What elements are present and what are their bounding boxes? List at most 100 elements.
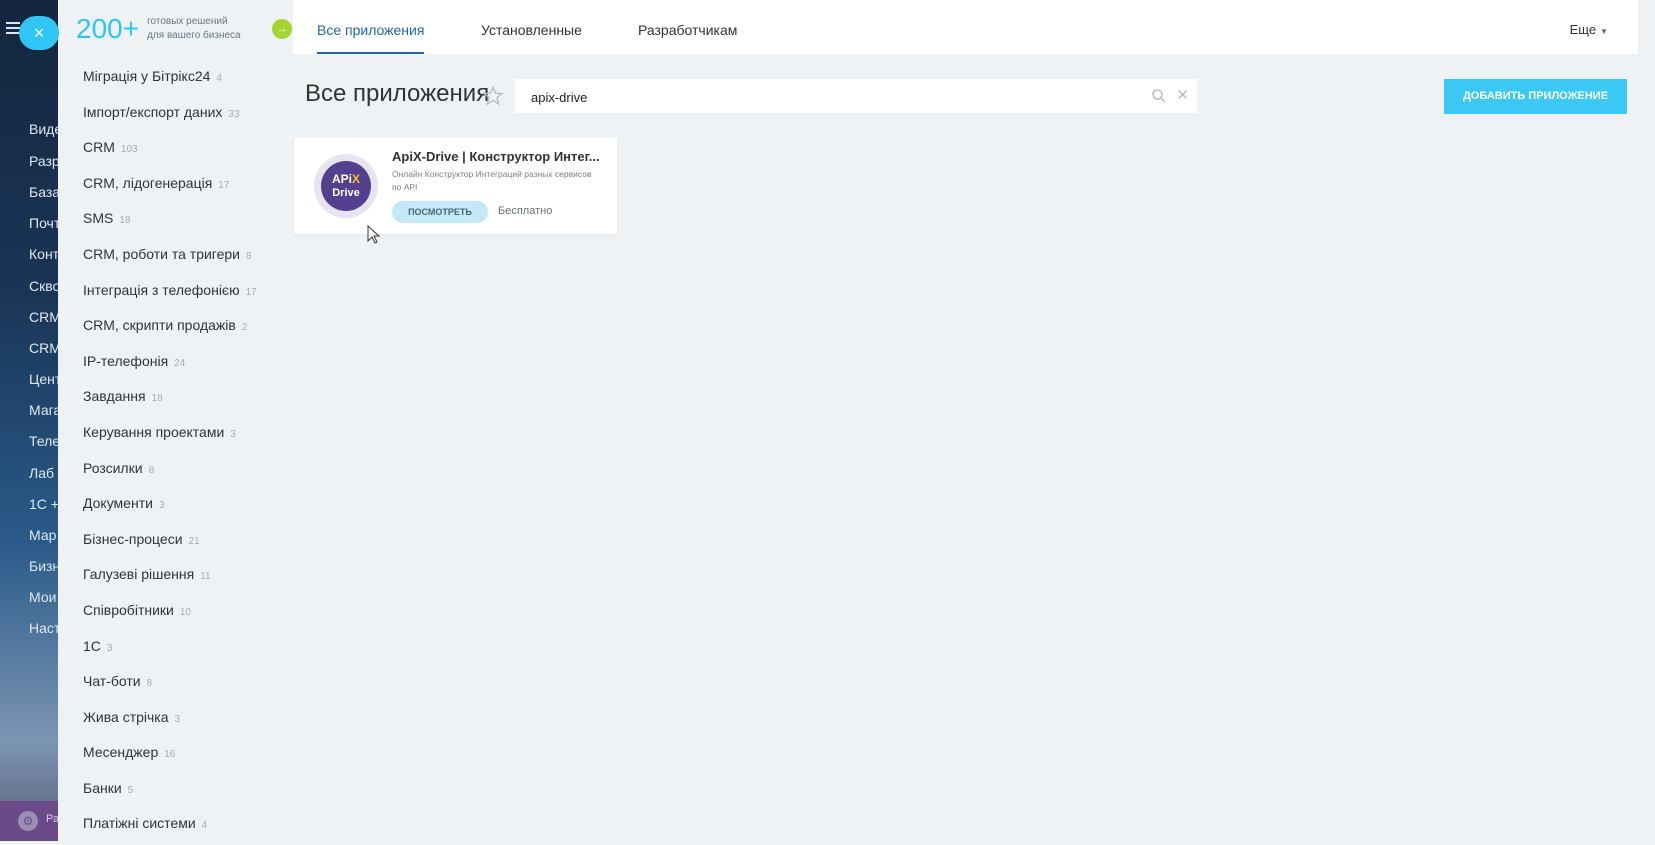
view-app-button[interactable]: ПОСМОТРЕТЬ [392, 201, 488, 223]
category-count: 24 [174, 357, 186, 369]
category-label: 1С [83, 637, 101, 654]
category-item[interactable]: Бізнес-процеси 21 [83, 525, 257, 561]
category-count: 10 [179, 606, 191, 618]
category-label: Месенджер [83, 744, 159, 761]
promo-line2: для вашего бизнеса [147, 30, 241, 41]
close-slider-button[interactable]: × [19, 16, 59, 50]
apix-drive-logo-icon: APiX Drive [321, 161, 371, 211]
category-label: Завдання [83, 388, 146, 405]
portal-menu-item: Разр [29, 153, 58, 169]
portal-menu-item: Мои [29, 589, 57, 605]
portal-footer: ⚙ Ра [0, 801, 58, 841]
tab-all-apps[interactable]: Все приложения [317, 0, 425, 54]
portal-menu-item: Скво [29, 278, 58, 294]
close-icon: × [33, 23, 45, 43]
category-item[interactable]: Месенджер 16 [83, 738, 257, 774]
portal-menu-item: Почт [29, 215, 58, 231]
app-description: Онлайн Конструктор Интеграций разных сер… [392, 169, 592, 192]
search-icon[interactable] [1151, 88, 1167, 104]
category-count: 5 [127, 784, 134, 796]
add-app-button[interactable]: ДОБАВИТЬ ПРИЛОЖЕНИЕ [1444, 79, 1627, 114]
portal-menu-item: Теле [29, 433, 58, 449]
portal-menu-item: Мар [29, 527, 57, 543]
category-item[interactable]: Завдання 18 [83, 382, 257, 418]
category-label: Імпорт/експорт даних [83, 103, 223, 120]
background-portal-strip: Виде Разр База Почт Конт Скво CRM CRM Цент Мага Те… [0, 0, 58, 841]
clear-search-icon[interactable]: ✕ [1176, 87, 1189, 105]
category-item[interactable]: IP-телефонія 24 [83, 347, 257, 383]
tab-developers[interactable]: Разработчикам [638, 0, 737, 54]
category-label: Розсилки [83, 459, 143, 476]
category-list: Міграція у Бітрікс24 4 Імпорт/експорт дани… [83, 62, 257, 845]
category-item[interactable]: 1С 3 [83, 632, 257, 668]
category-count: 33 [228, 108, 240, 120]
tab-installed[interactable]: Установленные [481, 0, 582, 54]
more-menu[interactable]: Еще ▼ [1570, 0, 1608, 62]
category-label: Міграція у Бітрікс24 [83, 68, 211, 84]
category-count: 3 [174, 713, 181, 725]
category-item[interactable]: Міграція у Бітрікс24 4 [83, 62, 257, 98]
portal-menu-item: Виде [29, 121, 58, 137]
app-title[interactable]: ApiX-Drive | Конструктор Интег... [392, 149, 607, 164]
category-count: 21 [188, 535, 200, 547]
category-item[interactable]: CRM, лідогенерація 17 [83, 169, 257, 205]
category-label: Інтеграція з телефонією [83, 281, 240, 298]
category-count: 8 [148, 464, 155, 476]
category-item[interactable]: Жива стрічка 3 [83, 703, 257, 739]
category-count: 17 [245, 286, 257, 298]
promo-text: готовых решений для вашего бизнеса [147, 15, 241, 43]
category-item[interactable]: Інтеграція з телефонією 17 [83, 276, 257, 312]
category-item[interactable]: Імпорт/експорт даних 33 [83, 98, 257, 134]
page-title: Все приложения [305, 80, 490, 107]
promo-line1: готовых решений [147, 16, 228, 27]
category-count: 16 [164, 749, 176, 761]
category-item[interactable]: Документи 3 [83, 489, 257, 525]
category-label: Платіжні системи [83, 815, 196, 832]
category-count: 18 [151, 393, 163, 405]
category-item[interactable]: Керування проектами 3 [83, 418, 257, 454]
category-count: 103 [120, 144, 138, 156]
category-count: 3 [106, 642, 113, 654]
category-item[interactable]: Галузеві рішення 11 [83, 560, 257, 596]
star-icon[interactable] [482, 85, 504, 107]
category-item[interactable]: CRM, роботи та тригери 8 [83, 240, 257, 276]
search-input[interactable] [529, 86, 1093, 108]
portal-menu-item: Наст [29, 620, 58, 636]
hamburger-icon[interactable] [6, 22, 20, 34]
category-count: 11 [200, 571, 211, 583]
category-count: 18 [119, 215, 131, 227]
category-label: SMS [83, 210, 114, 227]
category-count: 3 [230, 428, 236, 440]
category-item[interactable]: Платіжні системи 4 [83, 809, 257, 845]
category-count: 17 [218, 179, 230, 191]
category-item[interactable]: Банки 5 [83, 774, 257, 810]
category-label: Банки [83, 779, 122, 796]
portal-menu-item: Конт [29, 246, 58, 262]
portal-menu-item: База [29, 184, 58, 200]
portal-footer-label: Ра [46, 813, 58, 825]
category-sidebar: 200+ готовых решений для вашего бизнеса … [58, 0, 292, 841]
category-label: Керування проектами [83, 423, 225, 440]
portal-menu-item: 1С + [29, 496, 58, 512]
app-card[interactable]: APiX Drive ApiX-Drive | Конструктор Инте… [294, 138, 617, 234]
category-count: 8 [146, 678, 153, 690]
category-label: CRM, роботи та тригери [83, 245, 240, 262]
category-item[interactable]: CRM 103 [83, 133, 257, 169]
top-tab-bar: Все приложения Установленные Разработчик… [293, 0, 1638, 54]
category-label: IP-телефонія [83, 352, 169, 369]
app-logo: APiX Drive [314, 154, 378, 218]
category-item[interactable]: Чат-боти 8 [83, 667, 257, 703]
category-label: Бізнес-процеси [83, 530, 183, 547]
category-item[interactable]: Співробітники 10 [83, 596, 257, 632]
portal-menu-item: CRM [29, 340, 58, 356]
category-item[interactable]: SMS 18 [83, 204, 257, 240]
logo-text-x: X [352, 172, 361, 186]
category-label: Галузеві рішення [83, 566, 195, 583]
gear-icon: ⚙ [18, 811, 38, 831]
category-item[interactable]: Розсилки 8 [83, 454, 257, 490]
promo-banner[interactable]: 200+ готовых решений для вашего бизнеса … [76, 14, 292, 44]
category-item[interactable]: CRM, скрипти продажів 2 [83, 311, 257, 347]
arrow-right-icon[interactable]: → [272, 19, 292, 39]
category-count: 4 [216, 73, 222, 84]
search-box: ✕ [515, 79, 1197, 113]
